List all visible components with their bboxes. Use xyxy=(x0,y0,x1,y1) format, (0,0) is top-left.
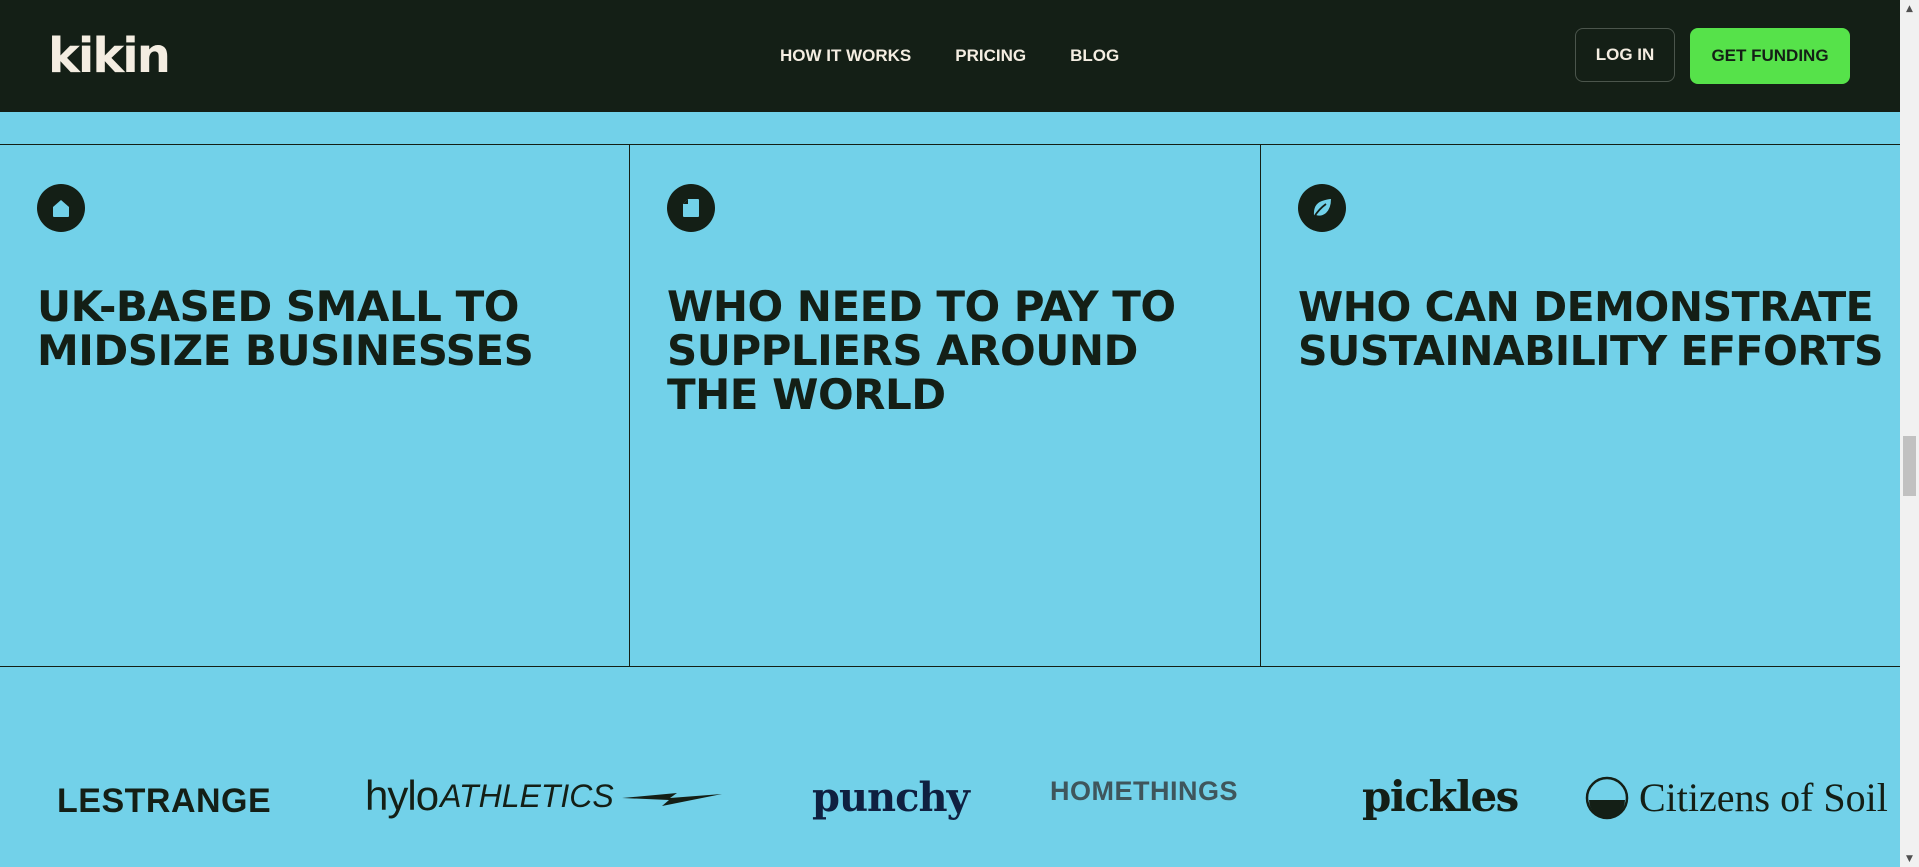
scroll-down-arrow-icon[interactable]: ▼ xyxy=(1900,850,1919,867)
get-funding-button[interactable]: GET FUNDING xyxy=(1690,28,1850,84)
eligibility-grid: UK-BASED SMALL TO MIDSIZE BUSINESSES WHO… xyxy=(0,144,1900,667)
document-icon xyxy=(667,184,715,232)
feature-card-sustainability: WHO CAN DEMONSTRATE SUSTAINABILITY EFFOR… xyxy=(1261,145,1900,666)
feature-heading: WHO NEED TO PAY TO SUPPLIERS AROUND THE … xyxy=(667,282,1176,419)
athletics-logo-text: ATHLETICS xyxy=(440,777,614,814)
punchy-logo: punchy xyxy=(812,774,970,821)
citizens-of-soil-logo: Citizens of Soil xyxy=(1585,774,1888,821)
customer-logos: LESTRANGE hylo ATHLETICS punchy HOMETHIN… xyxy=(0,760,1900,840)
scrollbar-thumb[interactable] xyxy=(1903,436,1916,496)
kikin-logo[interactable]: kikin xyxy=(48,30,171,82)
feature-heading: WHO CAN DEMONSTRATE SUSTAINABILITY EFFOR… xyxy=(1298,283,1884,375)
vertical-scrollbar[interactable]: ▲ ▼ xyxy=(1900,0,1919,867)
feature-card-uk-based: UK-BASED SMALL TO MIDSIZE BUSINESSES xyxy=(0,145,630,666)
lightning-bolt-icon xyxy=(621,793,722,806)
page: kikin HOW IT WORKS PRICING BLOG LOG IN G… xyxy=(0,0,1900,867)
home-icon xyxy=(37,184,85,232)
scroll-up-arrow-icon[interactable]: ▲ xyxy=(1900,0,1919,17)
navbar: kikin HOW IT WORKS PRICING BLOG LOG IN G… xyxy=(0,0,1900,112)
citizens-of-soil-text: Citizens of Soil xyxy=(1639,775,1888,820)
feature-card-suppliers: WHO NEED TO PAY TO SUPPLIERS AROUND THE … xyxy=(630,145,1261,666)
lestrange-logo: LESTRANGE xyxy=(57,782,272,820)
hylo-athletics-logo: hylo ATHLETICS xyxy=(365,772,722,820)
nav-links: HOW IT WORKS PRICING BLOG xyxy=(780,46,1119,66)
feature-heading: UK-BASED SMALL TO MIDSIZE BUSINESSES xyxy=(37,282,534,375)
nav-link-pricing[interactable]: PRICING xyxy=(955,46,1026,66)
half-circle-icon xyxy=(1585,776,1629,819)
login-button[interactable]: LOG IN xyxy=(1575,28,1675,82)
nav-link-how-it-works[interactable]: HOW IT WORKS xyxy=(780,46,911,66)
hylo-logo-text: hylo xyxy=(365,772,439,819)
homethings-logo: HOMETHINGS xyxy=(1050,776,1239,806)
leaf-icon xyxy=(1298,184,1346,232)
pickles-logo: pickles xyxy=(1362,772,1519,821)
nav-link-blog[interactable]: BLOG xyxy=(1070,46,1119,66)
